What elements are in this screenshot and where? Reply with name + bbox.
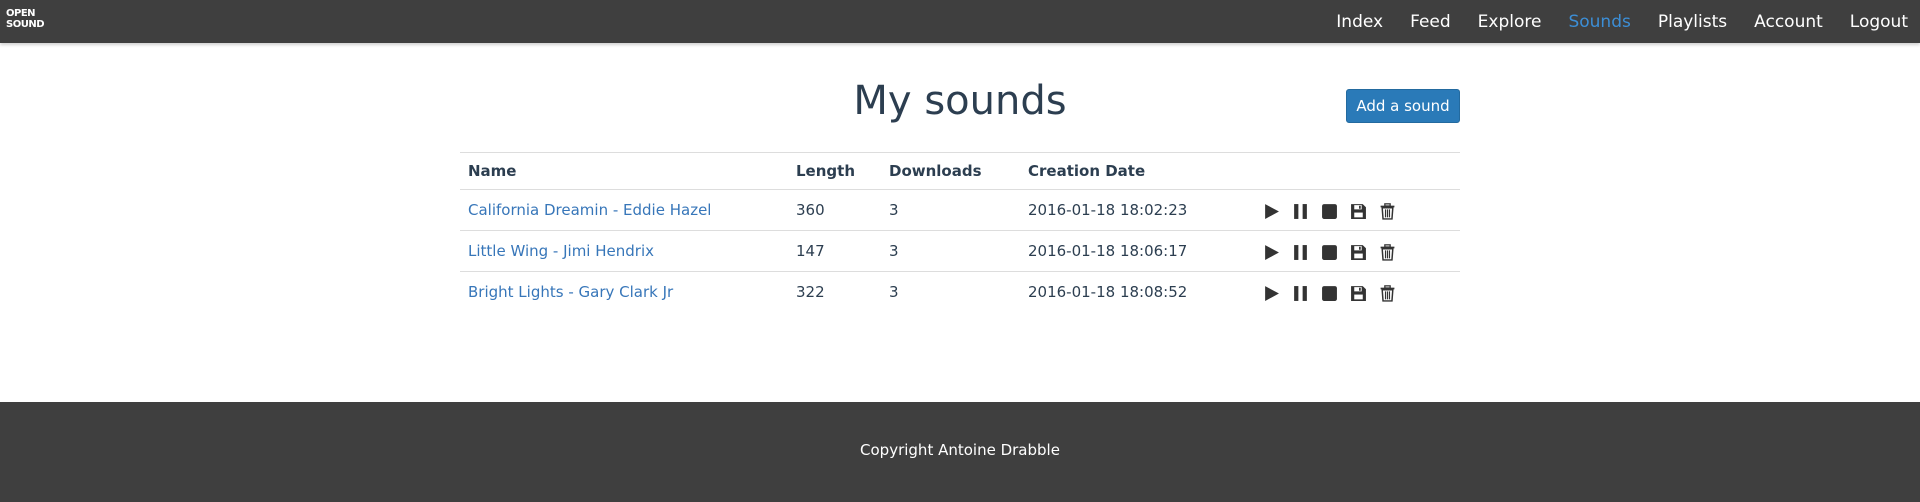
header-creation-date: Creation Date xyxy=(1020,152,1255,190)
table-row: California Dreamin - Eddie Hazel 360 3 2… xyxy=(460,189,1460,231)
sound-link[interactable]: Bright Lights - Gary Clark Jr xyxy=(468,283,673,301)
trash-icon[interactable] xyxy=(1379,244,1396,261)
pause-icon[interactable] xyxy=(1292,285,1309,302)
logo-line-2: SOUND xyxy=(6,19,45,30)
cell-actions xyxy=(1255,230,1460,272)
table-header-row: Name Length Downloads Creation Date xyxy=(460,152,1460,190)
pause-icon[interactable] xyxy=(1292,203,1309,220)
sound-link[interactable]: California Dreamin - Eddie Hazel xyxy=(468,201,711,219)
trash-icon[interactable] xyxy=(1379,285,1396,302)
play-icon[interactable] xyxy=(1263,203,1280,220)
cell-creation-date: 2016-01-18 18:02:23 xyxy=(1020,189,1255,231)
row-actions xyxy=(1263,241,1452,261)
stop-icon[interactable] xyxy=(1321,203,1338,220)
cell-name: Bright Lights - Gary Clark Jr xyxy=(460,272,788,313)
cell-name: California Dreamin - Eddie Hazel xyxy=(460,189,788,231)
page-title: My sounds xyxy=(853,78,1067,124)
table-row: Bright Lights - Gary Clark Jr 322 3 2016… xyxy=(460,272,1460,313)
header-name: Name xyxy=(460,152,788,190)
row-actions xyxy=(1263,200,1452,220)
play-icon[interactable] xyxy=(1263,244,1280,261)
cell-downloads: 3 xyxy=(881,189,1020,231)
cell-length: 360 xyxy=(788,189,881,231)
cell-length: 322 xyxy=(796,283,825,302)
save-icon[interactable] xyxy=(1350,285,1367,302)
play-icon[interactable] xyxy=(1263,285,1280,302)
add-sound-button[interactable]: Add a sound xyxy=(1346,89,1460,123)
stop-icon[interactable] xyxy=(1321,244,1338,261)
nav-explore-link[interactable]: Explore xyxy=(1478,12,1542,32)
cell-downloads: 3 xyxy=(889,283,899,302)
cell-creation-date: 2016-01-18 18:06:17 xyxy=(1020,230,1255,272)
pause-icon[interactable] xyxy=(1292,244,1309,261)
main-nav: Index Feed Explore Sounds Playlists Acco… xyxy=(1336,0,1920,43)
header-actions xyxy=(1255,152,1460,190)
trash-icon[interactable] xyxy=(1379,203,1396,220)
cell-creation-date: 2016-01-18 18:08:52 xyxy=(1028,283,1188,302)
nav-index-link[interactable]: Index xyxy=(1336,12,1383,32)
sounds-table: Name Length Downloads Creation Date Cali… xyxy=(460,152,1460,313)
cell-downloads: 3 xyxy=(881,230,1020,272)
nav-playlists-link[interactable]: Playlists xyxy=(1658,12,1727,32)
header-downloads: Downloads xyxy=(881,152,1020,190)
footer-copyright: Copyright Antoine Drabble xyxy=(860,441,1060,459)
nav-feed-link[interactable]: Feed xyxy=(1410,12,1451,32)
cell-name: Little Wing - Jimi Hendrix xyxy=(460,230,788,272)
table-row: Little Wing - Jimi Hendrix 147 3 2016-01… xyxy=(460,230,1460,272)
navbar: OPEN SOUND Index Feed Explore Sounds Pla… xyxy=(0,0,1920,43)
row-actions xyxy=(1263,282,1452,302)
cell-length: 147 xyxy=(788,230,881,272)
logo-line-1: OPEN xyxy=(6,8,36,19)
save-icon[interactable] xyxy=(1350,244,1367,261)
cell-actions xyxy=(1255,272,1460,313)
nav-account-link[interactable]: Account xyxy=(1754,12,1823,32)
nav-sounds-link[interactable]: Sounds xyxy=(1568,12,1630,32)
nav-logout-link[interactable]: Logout xyxy=(1850,12,1908,32)
save-icon[interactable] xyxy=(1350,203,1367,220)
open-sound-logo[interactable]: OPEN SOUND xyxy=(6,9,46,33)
header-length: Length xyxy=(788,152,881,190)
cell-actions xyxy=(1255,189,1460,231)
stop-icon[interactable] xyxy=(1321,285,1338,302)
sound-link[interactable]: Little Wing - Jimi Hendrix xyxy=(468,242,654,260)
